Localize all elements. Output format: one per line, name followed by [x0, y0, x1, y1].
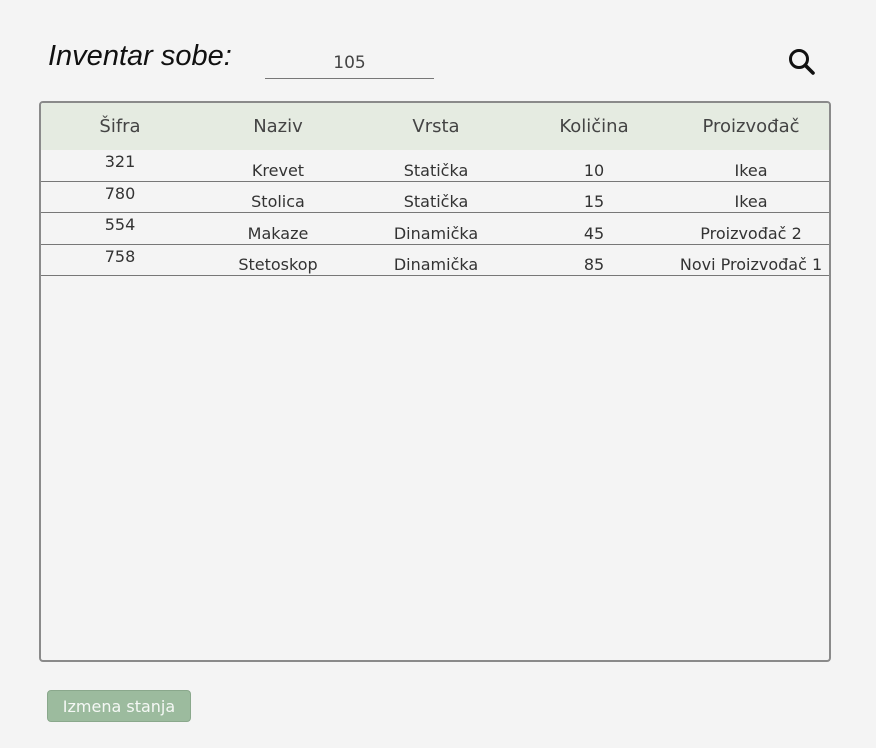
cell-proizvodjac: Ikea [734, 160, 768, 180]
cell-sifra: 758 [104, 246, 136, 266]
cell-naziv: Stolica [251, 192, 305, 211]
cell-kolicina: 10 [583, 160, 605, 180]
inventory-window: Inventar sobe: 105 Šifra Naziv Vrsta Kol… [0, 0, 876, 748]
column-header-kolicina[interactable]: Količina [515, 103, 673, 150]
cell-naziv: Makaze [247, 223, 309, 243]
column-header-vrsta[interactable]: Vrsta [357, 103, 515, 150]
cell-proizvodjac: Ikea [734, 192, 768, 211]
table-row[interactable]: 780 Stolica Statička 15 Ikea [41, 182, 829, 213]
search-button[interactable] [784, 44, 820, 80]
cell-vrsta: Dinamička [393, 223, 479, 243]
cell-sifra: 554 [104, 215, 136, 234]
cell-sifra: 780 [104, 183, 136, 203]
table-row[interactable]: 758 Stetoskop Dinamička 85 Novi Proizvođ… [41, 245, 829, 276]
cell-kolicina: 85 [583, 255, 605, 274]
column-header-proizvodjac[interactable]: Proizvođač [673, 103, 829, 150]
column-header-naziv[interactable]: Naziv [199, 103, 357, 150]
table-row[interactable]: 554 Makaze Dinamička 45 Proizvođač 2 [41, 213, 829, 245]
cell-vrsta: Statička [403, 192, 469, 211]
change-stock-button[interactable]: Izmena stanja [47, 690, 191, 722]
cell-sifra: 321 [104, 152, 136, 171]
cell-naziv: Krevet [251, 160, 305, 180]
cell-proizvodjac: Novi Proizvođač 1 [679, 255, 823, 274]
room-number-field[interactable]: 105 [265, 47, 434, 79]
page-title: Inventar sobe: [48, 40, 232, 72]
table-row[interactable]: 321 Krevet Statička 10 Ikea [41, 150, 829, 182]
cell-naziv: Stetoskop [238, 255, 318, 274]
search-icon [789, 49, 815, 75]
table-header: Šifra Naziv Vrsta Količina Proizvođač [41, 103, 829, 150]
cell-proizvodjac: Proizvođač 2 [700, 223, 802, 243]
cell-vrsta: Statička [403, 160, 469, 180]
cell-kolicina: 15 [583, 192, 605, 211]
cell-kolicina: 45 [583, 223, 605, 243]
cell-vrsta: Dinamička [393, 255, 479, 274]
column-header-sifra[interactable]: Šifra [41, 103, 199, 150]
inventory-table: Šifra Naziv Vrsta Količina Proizvođač 32… [39, 101, 831, 662]
